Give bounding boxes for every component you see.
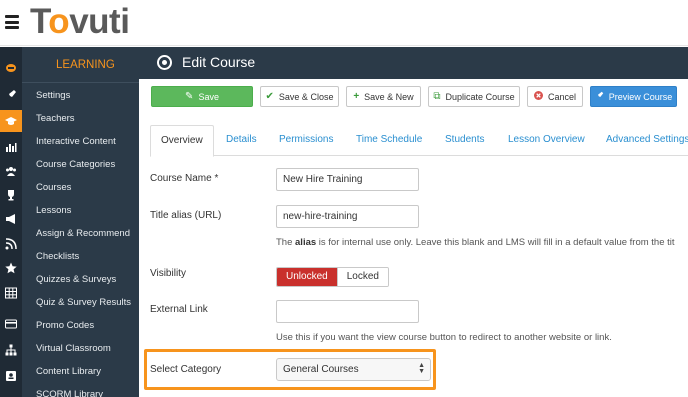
- tab-permissions[interactable]: Permissions: [279, 125, 333, 156]
- sidebar-item-interactive-content[interactable]: Interactive Content: [22, 130, 139, 153]
- feed-icon[interactable]: [0, 233, 22, 255]
- copy-icon: ⧉: [433, 90, 441, 102]
- external-link-help: Use this if you want the view course but…: [276, 332, 612, 343]
- unlocked-option[interactable]: Unlocked: [277, 268, 337, 286]
- tovuti-logo[interactable]: Tovuti: [30, 4, 130, 40]
- cancel-icon: [533, 90, 543, 103]
- visibility-toggle: Unlocked Locked: [276, 267, 389, 287]
- sidebar-item-virtual-classroom[interactable]: Virtual Classroom: [22, 337, 139, 360]
- sidebar-item-checklists[interactable]: Checklists: [22, 245, 139, 268]
- sidebar-item-promo-codes[interactable]: Promo Codes: [22, 314, 139, 337]
- locked-option[interactable]: Locked: [336, 268, 388, 286]
- sidebar-item-quizzes-surveys[interactable]: Quizzes & Surveys: [22, 268, 139, 291]
- dot-circle-icon: [157, 55, 172, 70]
- home-icon[interactable]: [0, 57, 22, 79]
- edit-icon: ✎: [185, 90, 194, 102]
- table-icon[interactable]: [0, 282, 22, 304]
- sidebar-item-course-categories[interactable]: Course Categories: [22, 153, 139, 176]
- sidebar-item-assign-recommend[interactable]: Assign & Recommend: [22, 222, 139, 245]
- category-select[interactable]: General Courses ▲ ▼: [276, 358, 431, 381]
- page-title: Edit Course: [182, 54, 256, 70]
- sidebar-item-scorm-library[interactable]: SCORM Library: [22, 383, 139, 397]
- sidebar-item-teachers[interactable]: Teachers: [22, 107, 139, 130]
- title-alias-help: The alias is for internal use only. Leav…: [276, 237, 675, 248]
- tab-lesson-overview[interactable]: Lesson Overview: [508, 125, 585, 156]
- icon-rail: [0, 47, 22, 397]
- sidebar-item-lessons[interactable]: Lessons: [22, 199, 139, 222]
- sidebar-item-content-library[interactable]: Content Library: [22, 360, 139, 383]
- tab-students[interactable]: Students: [445, 125, 484, 156]
- trophy-icon[interactable]: [0, 184, 22, 206]
- preview-course-button[interactable]: Preview Course: [590, 86, 677, 107]
- save-close-button[interactable]: ✔ Save & Close: [260, 86, 339, 107]
- check-icon: ✔: [265, 90, 274, 102]
- save-button[interactable]: ✎ Save: [151, 86, 253, 107]
- visibility-label: Visibility: [150, 268, 186, 279]
- save-new-button[interactable]: + Save & New: [346, 86, 421, 107]
- hamburger-icon[interactable]: [5, 15, 19, 29]
- rocket-icon[interactable]: [0, 84, 22, 106]
- external-link-label: External Link: [150, 304, 208, 315]
- tab-time-schedule[interactable]: Time Schedule: [356, 125, 422, 156]
- tab-details[interactable]: Details: [226, 125, 257, 156]
- course-name-label: Course Name *: [150, 173, 219, 184]
- star-icon[interactable]: [0, 257, 22, 279]
- graduation-cap-icon[interactable]: [0, 110, 22, 132]
- tab-overview[interactable]: Overview: [150, 125, 214, 157]
- sitemap-icon[interactable]: [0, 339, 22, 361]
- course-name-input[interactable]: [276, 168, 419, 191]
- plus-icon: +: [353, 90, 360, 102]
- external-link-input[interactable]: [276, 300, 419, 323]
- sidebar-item-settings[interactable]: Settings: [22, 84, 139, 107]
- top-bar: Tovuti: [0, 0, 688, 46]
- rocket-icon: [595, 91, 604, 103]
- duplicate-course-button[interactable]: ⧉ Duplicate Course: [428, 86, 520, 107]
- sidebar-header: LEARNING: [22, 47, 139, 83]
- title-alias-label: Title alias (URL): [150, 210, 222, 221]
- page-header: Edit Course: [139, 47, 688, 79]
- title-alias-input[interactable]: [276, 205, 419, 228]
- users-icon[interactable]: [0, 160, 22, 182]
- sidebar-item-quiz-survey-results[interactable]: Quiz & Survey Results: [22, 291, 139, 314]
- megaphone-icon[interactable]: [0, 208, 22, 230]
- sidebar-item-courses[interactable]: Courses: [22, 176, 139, 199]
- credit-card-icon[interactable]: [0, 313, 22, 335]
- course-tabs: Overview Details Permissions Time Schedu…: [150, 125, 688, 157]
- bar-chart-icon[interactable]: [0, 136, 22, 158]
- select-category-label: Select Category: [150, 364, 222, 375]
- contact-card-icon[interactable]: [0, 365, 22, 387]
- learning-sidebar: LEARNING Settings Teachers Interactive C…: [22, 47, 139, 397]
- select-arrows-icon: ▲ ▼: [418, 362, 425, 375]
- cancel-button[interactable]: Cancel: [527, 86, 583, 107]
- tab-advanced-settings[interactable]: Advanced Settings: [606, 125, 688, 156]
